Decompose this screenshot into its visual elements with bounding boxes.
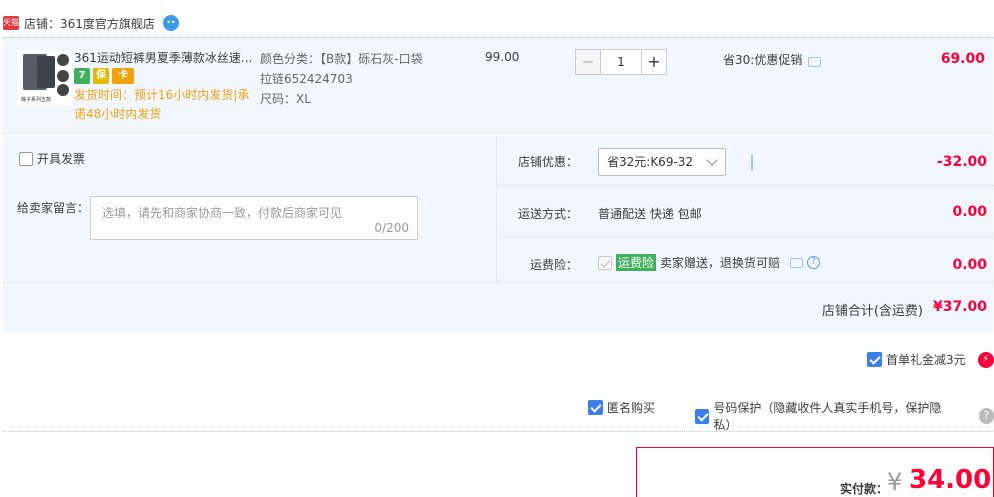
anonymous-checkbox[interactable] — [588, 400, 603, 415]
message-char-count: 0/200 — [374, 221, 409, 235]
divider — [3, 431, 993, 432]
product-thumbnail[interactable]: 株子系列五款 — [17, 50, 73, 106]
help-icon[interactable]: ? — [807, 256, 821, 269]
shorts-image-icon-2 — [37, 56, 55, 88]
sku-info: 颜色分类：【B款】砾石灰-口袋 拉链652424703 尺码：XL — [260, 49, 450, 109]
quantity-stepper: − + — [575, 49, 667, 75]
cart-item-row: 株子系列五款 361运动短裤男夏季薄款冰丝速... 7 保 卡 发货时间：预计1… — [3, 37, 993, 134]
store-header: 天猫 店铺：361度官方旗舰店 •• — [0, 10, 179, 36]
sku-color: 颜色分类：【B款】砾石灰-口袋 — [260, 52, 423, 66]
pay-label: 实付款： — [840, 482, 889, 496]
sku-size: 尺码：XL — [260, 92, 311, 106]
insurance-amount: 0.00 — [952, 257, 987, 273]
insurance-label: 运费险： — [529, 258, 578, 272]
seller-message-textarea[interactable]: 选填，请先和商家协商一致，付款后商家可见 0/200 — [90, 196, 418, 240]
tmall-badge: 天猫 — [3, 16, 19, 30]
swatch-icon — [57, 54, 69, 66]
pay-currency: ¥ — [887, 468, 903, 496]
wangwang-chat-icon[interactable]: •• — [162, 15, 179, 31]
store-discount-select[interactable]: 省32元:K69-32 — [598, 148, 726, 176]
service-badges: 7 保 卡 — [74, 68, 134, 84]
store-name-link[interactable]: 店铺：361度官方旗舰店 — [24, 15, 155, 32]
shipping-method: 普通配送 快递 包邮 — [598, 207, 702, 221]
store-discount-value: 省32元:K69-32 — [607, 155, 694, 169]
options-left: 开具发票 给卖家留言： 选填，请先和商家协商一致，付款后商家可见 0/200 — [3, 136, 497, 281]
promo-text: 省30:优惠促销 — [723, 53, 803, 67]
lightning-icon: ⚡ — [977, 351, 994, 368]
qty-input[interactable] — [601, 49, 641, 75]
first-order-gift-option[interactable]: 首单礼金减3元 ⚡ — [867, 351, 994, 368]
subtotal-amount: ¥37.00 — [932, 299, 987, 315]
insurance-info: 运费险 卖家赠送，退换货可赔 ? — [598, 254, 821, 271]
insurance-chat-icon[interactable] — [790, 257, 804, 268]
sku-color-cont: 拉链652424703 — [260, 72, 353, 86]
discount-chat-icon[interactable] — [751, 155, 753, 171]
promo-info: 省30:优惠促销 — [723, 51, 822, 68]
store-discount-label: 店铺优惠： — [517, 155, 578, 169]
chevron-down-icon — [706, 154, 718, 166]
store-discount-amount: -32.00 — [936, 154, 987, 170]
qty-minus-button[interactable]: − — [575, 49, 601, 75]
shipping-row: 运送方式： 普通配送 快递 包邮 0.00 — [498, 187, 993, 237]
invoice-checkbox[interactable] — [19, 151, 33, 166]
guarantee-icon[interactable]: 保 — [93, 68, 109, 84]
item-total-price: 69.00 — [940, 51, 985, 67]
thumb-caption: 株子系列五款 — [21, 97, 52, 103]
anonymous-purchase-option[interactable]: 匿名购买 — [588, 399, 655, 416]
pay-amount: 34.00 — [909, 465, 992, 495]
insurance-desc: 卖家赠送，退换货可赔 — [660, 256, 781, 270]
gift-label: 首单礼金减3元 — [886, 353, 966, 367]
seven-day-return-icon[interactable]: 7 — [74, 68, 90, 84]
message-label: 给卖家留言： — [17, 201, 90, 215]
invoice-option[interactable]: 开具发票 — [19, 150, 85, 167]
phone-protection-checkbox[interactable] — [695, 408, 710, 424]
invoice-label: 开具发票 — [37, 152, 86, 166]
product-title-link[interactable]: 361运动短裤男夏季薄款冰丝速... — [74, 49, 254, 66]
store-discount-row: 店铺优惠： 省32元:K69-32 -32.00 — [498, 136, 993, 186]
credit-card-icon[interactable]: 卡 — [112, 68, 134, 84]
phone-protection-option[interactable]: 号码保护（隐藏收件人真实手机号，保护隐私） ? — [695, 399, 994, 433]
ship-time: 发货时间：预计16小时内发货|承诺48小时内发货 — [74, 88, 250, 121]
qty-plus-button[interactable]: + — [641, 49, 667, 75]
swatch-icon — [57, 70, 69, 82]
promo-chat-icon[interactable] — [808, 56, 822, 67]
subtotal-label: 店铺合计(含运费) — [821, 304, 923, 319]
payment-summary-box: 实付款： ¥ 34.00 — [636, 447, 994, 497]
message-placeholder: 选填，请先和商家协商一致，付款后商家可见 — [102, 206, 343, 220]
store-subtotal-bar: 店铺合计(含运费) ¥37.00 — [3, 282, 993, 332]
gift-checkbox[interactable] — [867, 352, 882, 367]
insurance-checkbox — [598, 255, 612, 270]
phone-protection-label: 号码保护（隐藏收件人真实手机号，保护隐私） — [713, 401, 942, 432]
unit-price: 99.00 — [485, 50, 520, 64]
shipping-label: 运送方式： — [517, 207, 578, 221]
shipping-amount: 0.00 — [952, 204, 987, 220]
insurance-row: 运费险： 运费险 卖家赠送，退换货可赔 ? 0.00 — [498, 238, 993, 282]
insurance-tag: 运费险 — [616, 254, 657, 271]
swatch-icon — [57, 84, 69, 96]
question-icon[interactable]: ? — [978, 408, 994, 424]
anonymous-label: 匿名购买 — [607, 401, 656, 415]
